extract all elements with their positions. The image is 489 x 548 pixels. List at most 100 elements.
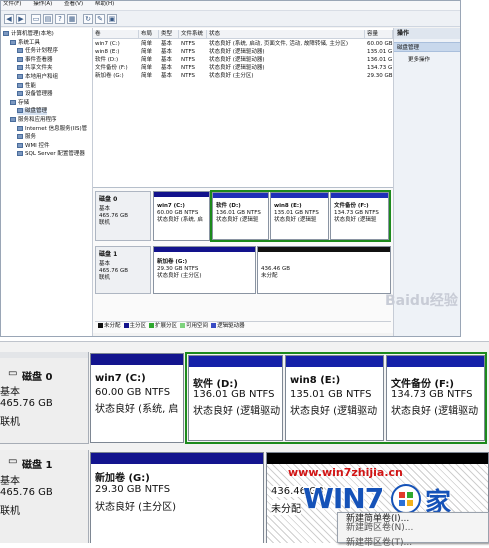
up-folder-icon[interactable]: ▭ xyxy=(31,14,41,24)
col-filesystem[interactable]: 文件系统 xyxy=(179,30,207,39)
table-cell[interactable]: win7 (C:) xyxy=(93,40,141,48)
tree-item[interactable]: 系统工具 xyxy=(10,39,41,47)
table-cell[interactable]: win8 (E:) xyxy=(93,48,141,56)
partition-c-size: 60.00 GB NTFS xyxy=(157,210,199,216)
zoom-disk1-size: 465.76 GB xyxy=(0,487,53,498)
back-icon[interactable]: ◀ xyxy=(4,14,14,24)
tree-item[interactable]: 共享文件夹 xyxy=(17,65,53,72)
tree-item[interactable]: 磁盘管理 xyxy=(17,108,48,116)
table-cell[interactable]: 文件备份 (F:) xyxy=(93,64,141,72)
tree-item-label: 服务 xyxy=(25,134,37,141)
export-icon[interactable]: ✎ xyxy=(95,14,105,24)
partition-f-size: 134.73 GB NTFS xyxy=(334,210,379,216)
tree-item[interactable]: Internet 信息服务(IIS)管 xyxy=(17,125,87,133)
tree-item[interactable]: 服务和应用程序 xyxy=(10,117,57,124)
zoom-partition-c-name: win7 (C:) xyxy=(95,373,146,384)
refresh-icon[interactable]: ↻ xyxy=(83,14,93,24)
action-disk-management[interactable]: 磁盘管理 xyxy=(394,42,460,52)
actions-title: 操作 xyxy=(394,28,460,39)
action-more-actions[interactable]: 更多操作 xyxy=(394,55,460,65)
zoom-disk0-label[interactable]: ▭ 磁盘 0 基本 465.76 GB 联机 xyxy=(0,352,89,444)
menu-action[interactable]: 操作(A) xyxy=(31,1,52,8)
disk-graph-view: 磁盘 0 基本 465.76 GB 联机 win7 (C:) 60.00 GB … xyxy=(93,188,393,333)
partition-d-small[interactable]: 软件 (D:) 136.01 GB NTFS 状态良好 (逻辑驱 xyxy=(212,192,269,240)
tree-item-label: 磁盘管理 xyxy=(25,108,48,115)
table-cell: 基本 xyxy=(161,49,173,55)
menu-new-striped-volume[interactable]: 新建带区卷(T)... xyxy=(346,535,412,548)
tree-item-label: 性能 xyxy=(25,82,37,89)
col-status[interactable]: 状态 xyxy=(207,30,365,39)
tree-item[interactable]: 性能 xyxy=(17,82,37,90)
tree-item[interactable]: SQL Server 配置管理器 xyxy=(17,151,85,158)
menu-bar: 文件(F) 操作(A) 查看(V) 帮助(H) xyxy=(1,1,460,11)
zoom-disk0-type: 基本 xyxy=(0,387,20,398)
table-cell[interactable]: 软件 (D:) xyxy=(93,56,141,64)
tree-item[interactable]: 本地用户和组 xyxy=(17,74,58,81)
zoom-disk0-name: 磁盘 0 xyxy=(22,372,53,383)
tree-item[interactable]: 事件查看器 xyxy=(17,56,53,64)
tree-item-label: 服务和应用程序 xyxy=(18,117,57,123)
zoom-partition-d-name: 软件 (D:) xyxy=(193,379,238,390)
legend-label: 主分区 xyxy=(129,323,147,329)
tree-item-label: 事件查看器 xyxy=(25,56,53,63)
zoom-partition-d[interactable]: 软件 (D:) 136.01 GB NTFS 状态良好 (逻辑驱动 xyxy=(188,355,283,441)
disk0-size: 465.76 GB xyxy=(99,213,129,219)
menu-file[interactable]: 文件(F) xyxy=(1,1,21,8)
partition-e-small[interactable]: win8 (E:) 135.01 GB NTFS 状态良好 (逻辑驱 xyxy=(270,192,329,240)
partition-g-name: 新加卷 (G:) xyxy=(157,259,188,265)
col-volume[interactable]: 卷 xyxy=(93,30,139,39)
menu-new-spanned-volume[interactable]: 新建跨区卷(N)... xyxy=(346,520,413,533)
menu-view[interactable]: 查看(V) xyxy=(62,1,83,8)
table-cell: 简单 xyxy=(141,41,153,47)
partition-f-status: 状态良好 (逻辑驱 xyxy=(334,217,377,223)
tree-node-icon xyxy=(17,74,23,79)
disk0-label[interactable]: 磁盘 0 基本 465.76 GB 联机 xyxy=(95,191,151,241)
tree-item[interactable]: 任务计划程序 xyxy=(17,48,58,55)
table-cell: 基本 xyxy=(161,65,173,71)
legend-swatch xyxy=(180,323,186,328)
zoom-partition-e[interactable]: win8 (E:) 135.01 GB NTFS 状态良好 (逻辑驱动 xyxy=(285,355,384,441)
help-icon[interactable]: ? xyxy=(55,14,65,24)
menu-help[interactable]: 帮助(H) xyxy=(93,1,114,8)
navigation-tree: 计算机管理(本地) 系统工具任务计划程序 事件查看器共享文件夹本地用户和组 性能设备管… xyxy=(1,28,93,336)
zoom-disk1-status: 联机 xyxy=(0,506,20,517)
tree-item-label: 系统工具 xyxy=(18,39,41,46)
legend-swatch xyxy=(98,323,103,328)
tree-node-icon xyxy=(17,91,23,97)
tree-item[interactable]: 计算机管理(本地) xyxy=(3,31,54,38)
forward-icon[interactable]: ▶ xyxy=(16,14,26,24)
zoom-partition-f[interactable]: 文件备份 (F:) 134.73 GB NTFS 状态良好 (逻辑驱动 xyxy=(386,355,485,441)
tree-node-icon xyxy=(17,82,23,88)
zoom-disk1-icon: ▭ xyxy=(8,456,18,467)
tree-item[interactable]: 存储 xyxy=(10,99,30,107)
zoom-partition-e-name: win8 (E:) xyxy=(290,375,341,386)
partition-e-size: 135.01 GB NTFS xyxy=(274,210,319,216)
view-icon[interactable]: ▣ xyxy=(107,14,117,24)
col-capacity[interactable]: 容量 xyxy=(365,30,393,39)
table-cell[interactable]: 新加卷 (G:) xyxy=(93,72,141,80)
partition-g-status: 状态良好 (主分区) xyxy=(157,273,202,279)
table-cell: 状态良好 (逻辑驱动器) xyxy=(209,49,265,55)
partition-c-small[interactable]: win7 (C:) 60.00 GB NTFS 状态良好 (系统, 启 xyxy=(153,191,210,241)
tree-item[interactable]: 设备管理器 xyxy=(17,91,53,98)
tree-item-label: 设备管理器 xyxy=(25,91,53,98)
tree-item[interactable]: 服务 xyxy=(17,134,36,141)
partition-f-small[interactable]: 文件备份 (F:) 134.73 GB NTFS 状态良好 (逻辑驱 xyxy=(330,192,389,240)
zoom-partition-f-name: 文件备份 (F:) xyxy=(391,379,454,390)
unallocated-small[interactable]: 436.46 GB 未分配 xyxy=(257,246,391,294)
disk1-label[interactable]: 磁盘 1 基本 465.76 GB 联机 xyxy=(95,246,151,294)
show-tree-icon[interactable]: ▤ xyxy=(43,14,53,24)
tree-item-label: 存储 xyxy=(18,99,30,106)
tree-item-label: 任务计划程序 xyxy=(25,48,59,55)
col-type[interactable]: 类型 xyxy=(159,30,179,39)
col-layout[interactable]: 布局 xyxy=(139,30,159,39)
table-cell: 136.01 G xyxy=(367,57,393,63)
partition-g-small[interactable]: 新加卷 (G:) 29.30 GB NTFS 状态良好 (主分区) xyxy=(153,246,256,294)
partition-e-status: 状态良好 (逻辑驱 xyxy=(274,217,317,223)
properties-icon[interactable]: ▦ xyxy=(67,14,77,24)
zoom-disk1-label[interactable]: ▭ 磁盘 1 基本 465.76 GB 联机 xyxy=(0,450,89,543)
zoom-partition-g[interactable]: 新加卷 (G:) 29.30 GB NTFS 状态良好 (主分区) xyxy=(90,452,264,543)
zoom-partition-c[interactable]: win7 (C:) 60.00 GB NTFS 状态良好 (系统, 启 xyxy=(90,353,184,443)
tree-item[interactable]: WMI 控件 xyxy=(17,142,50,150)
legend-swatch xyxy=(211,323,217,328)
